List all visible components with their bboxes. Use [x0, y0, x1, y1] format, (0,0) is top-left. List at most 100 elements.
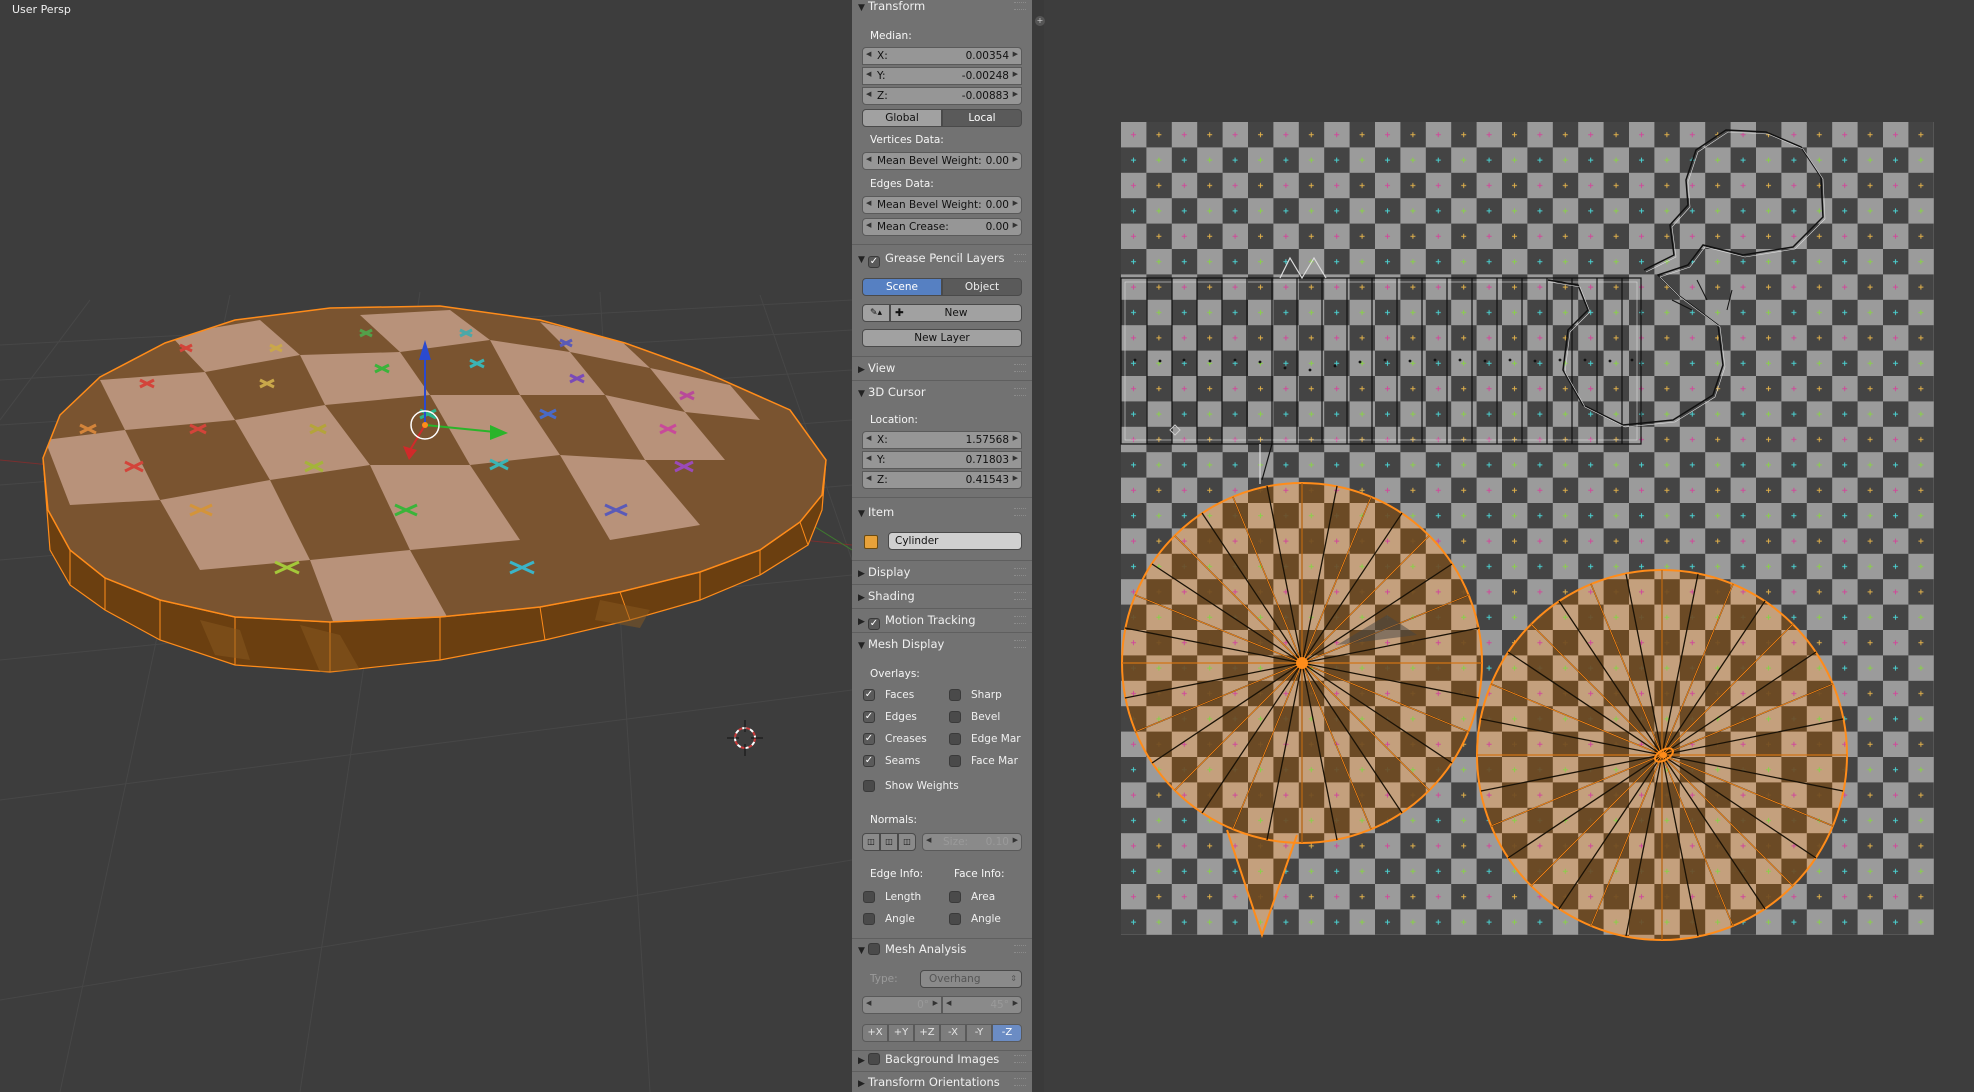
- separator: [852, 608, 1032, 609]
- axis-neg-z-button[interactable]: -Z: [992, 1024, 1022, 1042]
- drag-grip-icon[interactable]: [1014, 1055, 1026, 1063]
- background-images-checkbox[interactable]: [868, 1053, 880, 1065]
- 3d-cursor-panel-header[interactable]: ▼ 3D Cursor: [858, 383, 926, 401]
- axis-neg-x-button[interactable]: -X: [940, 1024, 966, 1042]
- transform-panel-header[interactable]: ▼ Transform: [858, 0, 925, 15]
- uv-cap-island-right: [1476, 569, 1848, 941]
- separator: [852, 1071, 1032, 1072]
- face-normals-icon[interactable]: ◫: [898, 833, 916, 851]
- edges-data-label: Edges Data:: [870, 178, 934, 190]
- drag-grip-icon[interactable]: [1014, 2, 1026, 10]
- bevel-label: Bevel: [971, 711, 1001, 723]
- overhang-min-field[interactable]: ◀ 0° ▶: [862, 996, 942, 1014]
- face-angle-label: Angle: [971, 913, 1001, 925]
- new-layer-button[interactable]: New Layer: [862, 329, 1022, 347]
- viewport-label: User Persp: [12, 3, 71, 16]
- cursor-z-field[interactable]: ◀ Z: 0.41543 ▶: [862, 471, 1022, 489]
- seams-checkbox[interactable]: ✓: [863, 755, 875, 767]
- axis-pos-z-button[interactable]: +Z: [914, 1024, 940, 1042]
- vertex-bevel-weight-field[interactable]: ◀ Mean Bevel Weight: 0.00 ▶: [862, 152, 1022, 170]
- sharp-checkbox[interactable]: [949, 689, 961, 701]
- normals-label: Normals:: [870, 814, 917, 826]
- axis-pos-y-button[interactable]: +Y: [888, 1024, 914, 1042]
- collapsed-triangle-icon: ▶: [858, 365, 865, 375]
- drag-grip-icon[interactable]: [1014, 640, 1026, 648]
- drag-grip-icon[interactable]: [1014, 568, 1026, 576]
- motion-tracking-panel-header[interactable]: ▶ ✓ Motion Tracking: [858, 611, 976, 630]
- edge-crease-field[interactable]: ◀ Mean Crease: 0.00 ▶: [862, 218, 1022, 236]
- grease-pencil-panel-header[interactable]: ▼ ✓ Grease Pencil Layers: [858, 249, 1005, 268]
- collapsed-triangle-icon: ▶: [858, 593, 865, 603]
- overhang-max-field[interactable]: ◀ 45° ▶: [942, 996, 1022, 1014]
- collapsed-triangle-icon: ▶: [858, 617, 865, 627]
- faces-checkbox[interactable]: ✓: [863, 689, 875, 701]
- 3d-cursor-icon: [727, 720, 763, 756]
- show-weights-checkbox[interactable]: [863, 780, 875, 792]
- separator: [852, 560, 1032, 561]
- edge-length-checkbox[interactable]: [863, 891, 875, 903]
- vertex-normals-icon[interactable]: ◫: [862, 833, 880, 851]
- mesh-analysis-panel-header[interactable]: ▼ Mesh Analysis: [858, 940, 966, 958]
- separator: [852, 244, 1032, 245]
- object-name-field[interactable]: Cylinder: [888, 532, 1022, 550]
- analysis-type-label: Type:: [870, 973, 898, 985]
- global-toggle[interactable]: Global: [862, 109, 942, 127]
- axis-pos-x-button[interactable]: +X: [862, 1024, 888, 1042]
- mesh-display-panel-header[interactable]: ▼ Mesh Display: [858, 635, 944, 653]
- background-images-panel-header[interactable]: ▶ Background Images: [858, 1050, 999, 1068]
- shading-panel-header[interactable]: ▶ Shading: [858, 587, 915, 605]
- grease-scene-toggle[interactable]: Scene: [862, 278, 942, 296]
- bevel-checkbox[interactable]: [949, 711, 961, 723]
- viewport-canvas[interactable]: [0, 0, 852, 1092]
- drag-grip-icon[interactable]: [1014, 592, 1026, 600]
- edge-angle-label: Angle: [885, 913, 915, 925]
- separator: [852, 380, 1032, 381]
- grease-object-toggle[interactable]: Object: [942, 278, 1022, 296]
- drag-grip-icon[interactable]: [1014, 364, 1026, 372]
- collapsed-triangle-icon: ▶: [858, 1056, 865, 1066]
- edges-checkbox[interactable]: ✓: [863, 711, 875, 723]
- creases-label: Creases: [885, 733, 927, 745]
- face-mark-checkbox[interactable]: [949, 755, 961, 767]
- uv-image-editor[interactable]: +: [1032, 0, 1974, 1092]
- edge-mark-checkbox[interactable]: [949, 733, 961, 745]
- drag-grip-icon[interactable]: [1014, 508, 1026, 516]
- uv-canvas[interactable]: [1032, 0, 1974, 1092]
- 3d-viewport[interactable]: User Persp: [0, 0, 852, 1092]
- drag-grip-icon[interactable]: [1014, 254, 1026, 262]
- normal-size-field[interactable]: ◀ Size: 0.10 ▶: [922, 833, 1022, 851]
- local-toggle[interactable]: Local: [942, 109, 1022, 127]
- properties-sidebar[interactable]: ▼ Transform Median: ◀ X: 0.00354 ▶ ◀ Y: -0.002…: [852, 0, 1032, 1092]
- motion-tracking-checkbox[interactable]: ✓: [868, 618, 880, 630]
- face-angle-checkbox[interactable]: [949, 913, 961, 925]
- mesh-analysis-checkbox[interactable]: [868, 943, 880, 955]
- drag-grip-icon[interactable]: [1014, 1078, 1026, 1086]
- separator: [852, 938, 1032, 939]
- view-panel-header[interactable]: ▶ View: [858, 359, 895, 377]
- edges-label: Edges: [885, 711, 917, 723]
- edge-angle-checkbox[interactable]: [863, 913, 875, 925]
- median-y-field[interactable]: ◀ Y: -0.00248 ▶: [862, 67, 1022, 85]
- dropdown-arrows-icon: ⇕: [1010, 974, 1017, 983]
- display-panel-header[interactable]: ▶ Display: [858, 563, 910, 581]
- face-area-checkbox[interactable]: [949, 891, 961, 903]
- median-z-field[interactable]: ◀ Z: -0.00883 ▶: [862, 87, 1022, 105]
- split-normals-icon[interactable]: ◫: [880, 833, 898, 851]
- transform-orientations-panel-header[interactable]: ▶ Transform Orientations: [858, 1073, 1000, 1091]
- analysis-type-dropdown[interactable]: Overhang ⇕: [920, 970, 1022, 988]
- median-x-field[interactable]: ◀ X: 0.00354 ▶: [862, 47, 1022, 65]
- creases-checkbox[interactable]: ✓: [863, 733, 875, 745]
- grease-pencil-enable-checkbox[interactable]: ✓: [868, 256, 880, 268]
- drag-grip-icon[interactable]: [1014, 945, 1026, 953]
- axis-neg-y-button[interactable]: -Y: [966, 1024, 992, 1042]
- item-panel-header[interactable]: ▼ Item: [858, 503, 894, 521]
- drag-grip-icon[interactable]: [1014, 616, 1026, 624]
- face-area-label: Area: [971, 891, 996, 903]
- expanded-triangle-icon: ▼: [858, 509, 865, 519]
- cursor-y-field[interactable]: ◀ Y: 0.71803 ▶: [862, 451, 1022, 469]
- drag-grip-icon[interactable]: [1014, 388, 1026, 396]
- pencil-icon[interactable]: ✎▴: [862, 304, 890, 322]
- cursor-x-field[interactable]: ◀ X: 1.57568 ▶: [862, 431, 1022, 449]
- edge-bevel-weight-field[interactable]: ◀ Mean Bevel Weight: 0.00 ▶: [862, 196, 1022, 214]
- grease-new-button[interactable]: ✚ New: [890, 304, 1022, 322]
